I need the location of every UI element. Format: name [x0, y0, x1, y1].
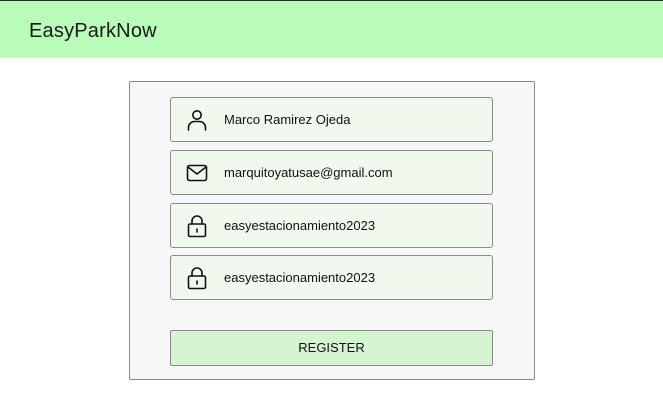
name-field[interactable]: Marco Ramirez Ojeda — [170, 97, 493, 142]
app-title: EasyParkNow — [29, 20, 157, 42]
register-button[interactable]: REGISTER — [170, 330, 493, 366]
app-header: EasyParkNow — [0, 0, 663, 58]
lock-icon — [185, 214, 209, 238]
confirm-password-field[interactable]: easyestacionamiento2023 — [170, 255, 493, 300]
confirm-password-value: easyestacionamiento2023 — [224, 270, 376, 285]
lock-icon — [185, 266, 209, 290]
password-value: easyestacionamiento2023 — [224, 218, 376, 233]
email-field[interactable]: marquitoyatusae@gmail.com — [170, 150, 493, 195]
user-icon — [185, 108, 209, 132]
mail-icon — [185, 161, 209, 185]
password-field[interactable]: easyestacionamiento2023 — [170, 203, 493, 248]
email-value: marquitoyatusae@gmail.com — [224, 165, 393, 180]
name-value: Marco Ramirez Ojeda — [224, 112, 351, 127]
